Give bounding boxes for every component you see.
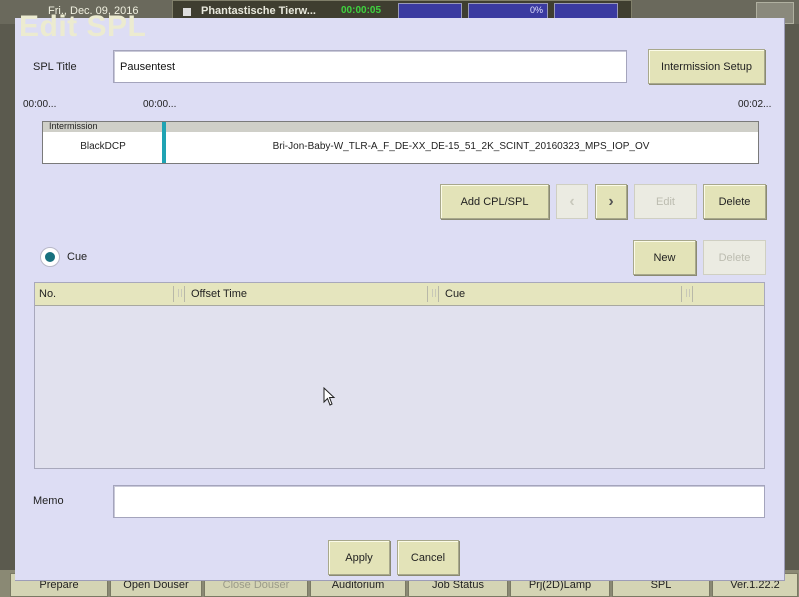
cue-radio-label: Cue	[67, 251, 88, 263]
mouse-pointer-icon	[323, 387, 336, 406]
timeline-time-mid: 00:00...	[143, 99, 177, 110]
now-playing-time: 00:00:05	[341, 5, 382, 16]
spl-sequence-timeline[interactable]: Intermission BlackDCP Bri-Jon-Baby-W_TLR…	[42, 121, 759, 164]
chevron-right-icon: ›	[608, 192, 614, 210]
radio-selected-dot	[45, 252, 55, 262]
progress-percent: 0%	[529, 5, 543, 15]
cue-table[interactable]: No. Offset Time Cue	[34, 282, 765, 469]
move-right-button[interactable]: ›	[595, 184, 627, 219]
column-header-offset-time[interactable]: Offset Time	[187, 283, 427, 305]
delete-button[interactable]: Delete	[703, 184, 766, 219]
spl-title-input[interactable]	[113, 50, 627, 83]
cancel-button[interactable]: Cancel	[397, 540, 459, 575]
stop-icon	[183, 8, 191, 16]
delete-cue-button[interactable]: Delete	[703, 240, 766, 275]
column-header-no[interactable]: No.	[35, 283, 185, 305]
intermission-marker-label: Intermission	[49, 121, 98, 131]
column-resize-grip[interactable]	[173, 286, 185, 302]
memo-label: Memo	[33, 495, 64, 507]
dialog-title: Edit SPL	[19, 10, 147, 43]
move-left-button[interactable]: ‹	[556, 184, 588, 219]
edit-spl-dialog: Edit SPL SPL Title Intermission Setup 00…	[15, 10, 785, 581]
intermission-setup-button[interactable]: Intermission Setup	[648, 49, 765, 84]
now-playing-title: Phantastische Tierw...	[201, 5, 316, 17]
cue-table-header: No. Offset Time Cue	[35, 283, 764, 306]
chevron-left-icon: ‹	[569, 192, 575, 210]
add-cpl-spl-button[interactable]: Add CPL/SPL	[440, 184, 549, 219]
timeline-header: Intermission	[43, 121, 758, 132]
cue-radio[interactable]	[40, 247, 60, 267]
memo-input[interactable]	[113, 485, 765, 518]
timeline-item-blackdcp[interactable]: BlackDCP	[43, 141, 163, 152]
column-header-cue[interactable]: Cue	[441, 283, 681, 305]
timeline-item-cpl[interactable]: Bri-Jon-Baby-W_TLR-A_F_DE-XX_DE-15_51_2K…	[166, 141, 756, 152]
timeline-time-end: 00:02...	[738, 99, 772, 110]
new-cue-button[interactable]: New	[633, 240, 696, 275]
edit-button[interactable]: Edit	[634, 184, 697, 219]
apply-button[interactable]: Apply	[328, 540, 390, 575]
column-resize-grip[interactable]	[427, 286, 439, 302]
spl-title-label: SPL Title	[33, 61, 77, 73]
column-resize-grip[interactable]	[681, 286, 693, 302]
timeline-time-start: 00:00...	[23, 99, 57, 110]
